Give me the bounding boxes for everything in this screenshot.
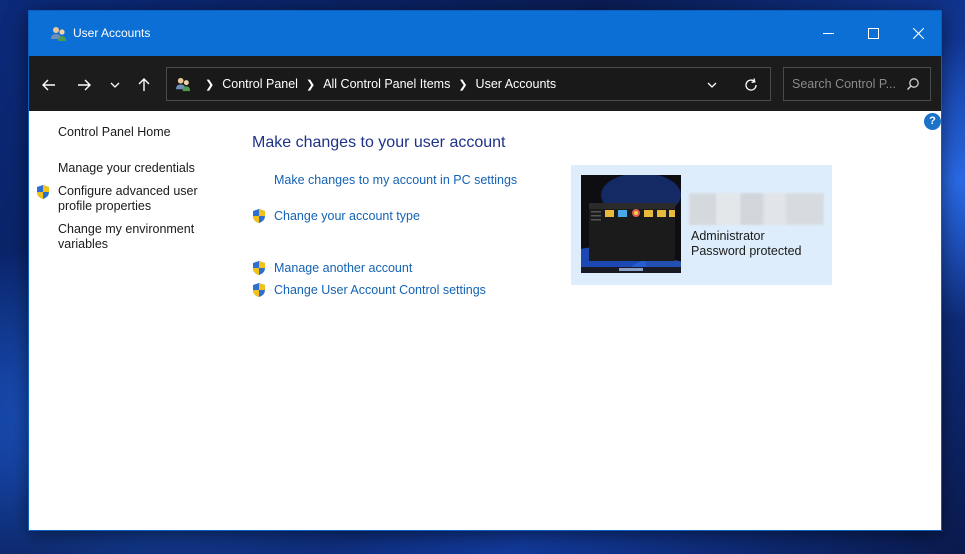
sidebar-configure-profile[interactable]: Configure advanced user profile properti…: [58, 184, 198, 214]
help-icon[interactable]: ?: [924, 113, 941, 130]
breadcrumb: ❯ Control Panel ❯ All Control Panel Item…: [197, 68, 556, 100]
navigation-bar: ❯ Control Panel ❯ All Control Panel Item…: [29, 56, 941, 111]
task-change-account-type[interactable]: Change your account type: [274, 209, 420, 223]
forward-button[interactable]: [73, 74, 95, 96]
sidebar-environment-variables-line2: variables: [58, 237, 109, 251]
sidebar-manage-credentials[interactable]: Manage your credentials: [58, 161, 195, 176]
uac-shield-icon: [37, 185, 49, 199]
search-input[interactable]: Search Control P...: [792, 77, 896, 91]
breadcrumb-all-items[interactable]: All Control Panel Items: [323, 77, 450, 91]
chevron-right-icon: ❯: [305, 78, 316, 91]
task-pc-settings[interactable]: Make changes to my account in PC setting…: [274, 173, 517, 187]
uac-shield-icon: [253, 209, 265, 223]
breadcrumb-user-accounts[interactable]: User Accounts: [476, 77, 557, 91]
task-manage-another-account[interactable]: Manage another account: [274, 261, 412, 275]
account-role: Administrator: [691, 229, 765, 243]
search-box[interactable]: Search Control P...: [783, 67, 931, 101]
sidebar-environment-variables[interactable]: Change my environment variables: [58, 222, 194, 252]
sidebar-control-panel-home[interactable]: Control Panel Home: [58, 125, 171, 140]
task-uac-settings[interactable]: Change User Account Control settings: [274, 283, 486, 297]
chevron-down-icon: [110, 82, 120, 88]
chevron-right-icon: ❯: [458, 78, 468, 91]
sidebar-environment-variables-line1: Change my environment: [58, 222, 195, 236]
uac-shield-icon: [253, 283, 265, 297]
title-bar: User Accounts: [29, 11, 941, 56]
minimize-icon: [822, 33, 834, 34]
arrow-left-icon: [42, 79, 55, 91]
address-bar[interactable]: ❯ Control Panel ❯ All Control Panel Item…: [166, 67, 771, 101]
account-picture[interactable]: [581, 175, 681, 273]
close-button[interactable]: [895, 11, 941, 56]
minimize-button[interactable]: [805, 11, 851, 56]
arrow-up-icon: [138, 78, 150, 91]
up-button[interactable]: [133, 74, 155, 96]
arrow-right-icon: [78, 79, 91, 91]
uac-shield-icon: [253, 261, 265, 275]
user-accounts-window: User Accounts ❯ Control Panel ❯ All Cont…: [28, 10, 942, 531]
maximize-icon: [867, 28, 879, 39]
refresh-icon[interactable]: [743, 77, 759, 93]
user-accounts-icon: [51, 27, 66, 41]
account-name-redacted: [689, 193, 824, 225]
sidebar-configure-profile-line1: Configure advanced user: [58, 184, 198, 198]
user-accounts-icon: [175, 77, 191, 92]
page-title: Make changes to your user account: [252, 134, 506, 151]
back-button[interactable]: [38, 74, 60, 96]
account-status: Password protected: [691, 244, 802, 258]
recent-locations-button[interactable]: [104, 74, 126, 96]
breadcrumb-control-panel[interactable]: Control Panel: [222, 77, 298, 91]
maximize-button[interactable]: [850, 11, 896, 56]
chevron-right-icon: ❯: [205, 78, 215, 91]
address-dropdown-icon[interactable]: [705, 78, 719, 92]
window-title: User Accounts: [73, 26, 151, 40]
account-card: Administrator Password protected: [571, 165, 832, 285]
search-icon: [906, 78, 919, 91]
close-icon: [912, 28, 924, 39]
sidebar-configure-profile-line2: profile properties: [58, 199, 152, 213]
